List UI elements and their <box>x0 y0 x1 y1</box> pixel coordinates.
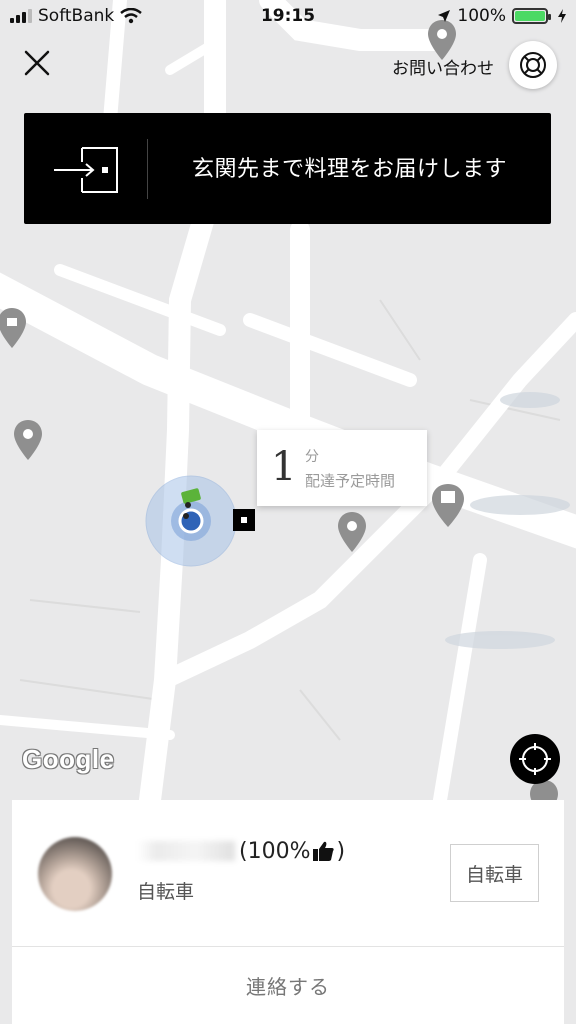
lifebuoy-icon <box>520 52 546 78</box>
eta-minutes: 1 <box>271 444 297 490</box>
eta-label: 配達予定時間 <box>305 472 396 490</box>
charging-bolt-icon <box>558 9 566 23</box>
close-icon <box>24 50 50 76</box>
courier-location-marker <box>145 475 237 567</box>
recenter-button[interactable] <box>510 734 560 784</box>
banner-text: 玄関先まで料理をお届けします <box>191 157 507 182</box>
recenter-icon <box>519 743 551 775</box>
door-enter-icon <box>54 147 118 193</box>
courier-rating: (100% <box>239 838 311 864</box>
google-logo: Google <box>22 744 115 774</box>
vehicle-button[interactable]: 自転車 <box>450 844 539 902</box>
courier-rating-row: (100% ) <box>137 836 345 866</box>
courier-vehicle: 自転車 <box>137 881 195 903</box>
thumbs-up-icon <box>313 841 335 861</box>
contact-button[interactable]: 連絡する <box>12 947 564 1024</box>
courier-name-redacted <box>137 841 235 861</box>
help-button[interactable] <box>509 41 557 89</box>
destination-marker <box>233 509 255 531</box>
help-label[interactable]: お問い合わせ <box>392 54 494 79</box>
close-button[interactable] <box>20 46 54 80</box>
eta-bubble: 1 分 配達予定時間 <box>257 430 427 506</box>
courier-rating-close: ) <box>336 838 346 864</box>
courier-avatar <box>38 837 112 911</box>
battery-percent: 100% <box>457 6 506 26</box>
delivery-instruction-banner: 玄関先まで料理をお届けします <box>24 113 551 224</box>
status-right: 100% <box>437 6 566 26</box>
status-bar: SoftBank 19:15 100% <box>0 0 576 34</box>
courier-panel: (100% ) 自転車 自転車 連絡する <box>12 800 564 1024</box>
location-arrow-icon <box>438 10 451 22</box>
eta-unit: 分 <box>305 449 319 465</box>
battery-icon <box>512 8 551 24</box>
